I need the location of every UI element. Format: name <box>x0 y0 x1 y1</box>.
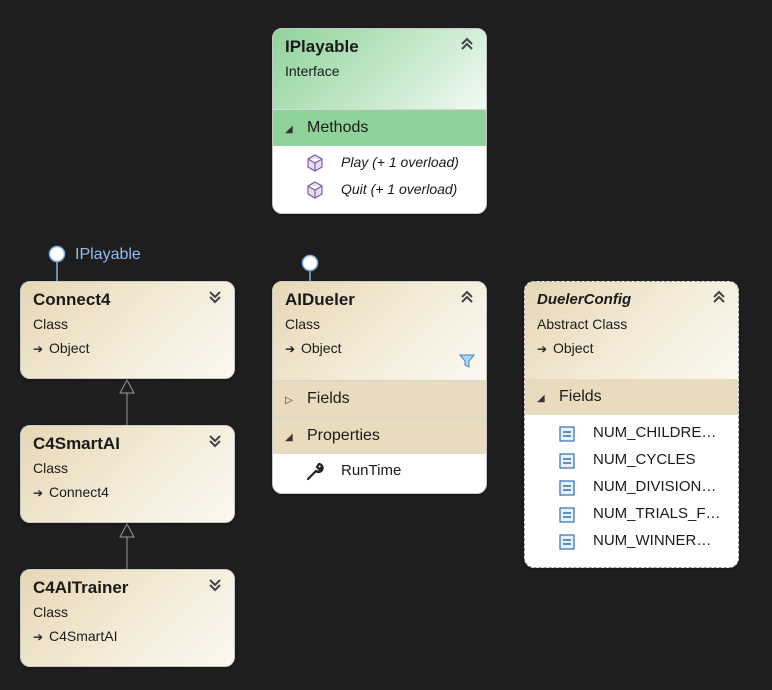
shape-header: AIDueler Class ➔ Object <box>273 282 486 380</box>
base-type: ➔ Object <box>33 338 222 359</box>
field-label: NUM_CYCLES <box>593 451 696 468</box>
field-label: NUM_WINNER… <box>593 532 712 549</box>
double-chevron-down-icon[interactable] <box>207 290 223 306</box>
triangle-down-icon: ◢ <box>285 432 293 443</box>
compartment-label: Methods <box>307 119 369 136</box>
field-item[interactable]: NUM_CYCLES <box>525 446 738 473</box>
shape-title: DuelerConfig <box>537 291 632 308</box>
double-chevron-down-icon[interactable] <box>207 578 223 594</box>
field-icon <box>559 451 575 473</box>
cube-icon <box>306 181 324 203</box>
field-label: NUM_CHILDRE… <box>593 424 717 441</box>
triangle-down-icon: ◢ <box>285 124 293 135</box>
triangle-down-icon: ◢ <box>537 393 545 404</box>
double-chevron-up-icon[interactable] <box>459 290 475 306</box>
method-label: Play (+ 1 overload) <box>341 154 459 170</box>
c4smartai-class-shape[interactable]: C4SmartAI Class ➔ Connect4 <box>20 425 235 523</box>
lollipop-aidueler <box>301 254 319 272</box>
double-chevron-up-icon[interactable] <box>459 37 475 53</box>
field-item[interactable]: NUM_CHILDRE… <box>525 419 738 446</box>
arrow-right-icon: ➔ <box>33 342 44 356</box>
connect4-class-shape[interactable]: Connect4 Class ➔ Object <box>20 281 235 379</box>
shape-kind: Abstract Class <box>537 316 628 332</box>
base-label: Object <box>301 340 342 356</box>
shape-header: IPlayable Interface <box>273 29 486 109</box>
field-icon <box>559 424 575 446</box>
c4aitrainer-class-shape[interactable]: C4AITrainer Class ➔ C4SmartAI <box>20 569 235 667</box>
methods-compartment-header[interactable]: ◢ Methods <box>273 110 486 146</box>
field-item[interactable]: NUM_DIVISION… <box>525 473 738 500</box>
property-item[interactable]: RunTime <box>273 457 486 484</box>
shape-title: Connect4 <box>33 290 111 309</box>
filter-icon[interactable] <box>458 353 476 374</box>
shape-kind: Interface <box>285 63 340 79</box>
field-label: NUM_TRIALS_F… <box>593 505 721 522</box>
cube-icon <box>306 154 324 176</box>
arrow-right-icon: ➔ <box>537 342 548 356</box>
shape-header: DuelerConfig Abstract Class ➔ Object <box>525 282 738 379</box>
compartment-label: Properties <box>307 427 380 444</box>
base-label: Connect4 <box>49 484 109 500</box>
field-item[interactable]: NUM_WINNER… <box>525 527 738 554</box>
methods-compartment: ◢ Methods Play (+ 1 overload) Quit (+ 1 o… <box>273 109 486 203</box>
shape-kind: Class <box>33 460 69 476</box>
base-type: ➔ C4SmartAI <box>33 626 222 647</box>
inheritance-arrow-c4smartai <box>119 378 135 394</box>
field-icon <box>559 532 575 554</box>
base-type: ➔ Object <box>285 338 474 359</box>
method-label: Quit (+ 1 overload) <box>341 181 458 197</box>
properties-compartment-header[interactable]: ◢ Properties <box>273 418 486 454</box>
fields-compartment: ▷ Fields <box>273 380 486 417</box>
base-type: ➔ Object <box>537 338 726 359</box>
fields-compartment-header[interactable]: ◢ Fields <box>525 379 738 415</box>
base-type: ➔ Connect4 <box>33 482 222 503</box>
field-icon <box>559 478 575 500</box>
double-chevron-down-icon[interactable] <box>207 434 223 450</box>
arrow-right-icon: ➔ <box>33 630 44 644</box>
double-chevron-up-icon[interactable] <box>711 290 727 306</box>
method-item[interactable]: Quit (+ 1 overload) <box>273 176 486 203</box>
shape-kind: Class <box>285 316 321 332</box>
arrow-right-icon: ➔ <box>33 486 44 500</box>
fields-compartment-header[interactable]: ▷ Fields <box>273 381 486 417</box>
triangle-right-icon: ▷ <box>285 395 293 406</box>
shape-kind: Class <box>33 604 69 620</box>
shape-header: Connect4 Class ➔ Object <box>21 282 234 378</box>
base-label: Object <box>49 340 90 356</box>
compartment-label: Fields <box>559 388 602 405</box>
shape-header: C4SmartAI Class ➔ Connect4 <box>21 426 234 522</box>
iplayable-interface-shape[interactable]: IPlayable Interface ◢ Methods Play (+ 1 o… <box>272 28 487 214</box>
shape-title: C4AITrainer <box>33 578 129 597</box>
field-icon <box>559 505 575 527</box>
shape-title: AIDueler <box>285 290 355 309</box>
properties-compartment: ◢ Properties RunTime <box>273 417 486 484</box>
shape-title: IPlayable <box>285 37 359 56</box>
field-label: NUM_DIVISION… <box>593 478 717 495</box>
shape-header: C4AITrainer Class ➔ C4SmartAI <box>21 570 234 666</box>
duelerconfig-abstract-class-shape[interactable]: DuelerConfig Abstract Class ➔ Object ◢ Fie… <box>524 281 739 568</box>
shape-kind: Class <box>33 316 69 332</box>
inheritance-arrow-c4aitrainer <box>119 522 135 538</box>
lollipop-label-iplayable: IPlayable <box>75 246 141 263</box>
wrench-icon <box>305 461 325 484</box>
compartment-label: Fields <box>307 390 350 407</box>
method-item[interactable]: Play (+ 1 overload) <box>273 149 486 176</box>
field-item[interactable]: NUM_TRIALS_F… <box>525 500 738 527</box>
base-label: C4SmartAI <box>49 628 118 644</box>
arrow-right-icon: ➔ <box>285 342 296 356</box>
property-label: RunTime <box>341 462 402 479</box>
aidueler-class-shape[interactable]: AIDueler Class ➔ Object ▷ Fields ◢ Properti… <box>272 281 487 494</box>
lollipop-connect4 <box>48 245 66 263</box>
fields-compartment: ◢ Fields NUM_CHILDRE… NUM_CYCLES NUM_DIVI… <box>525 379 738 554</box>
shape-title: C4SmartAI <box>33 434 120 453</box>
base-label: Object <box>553 340 594 356</box>
